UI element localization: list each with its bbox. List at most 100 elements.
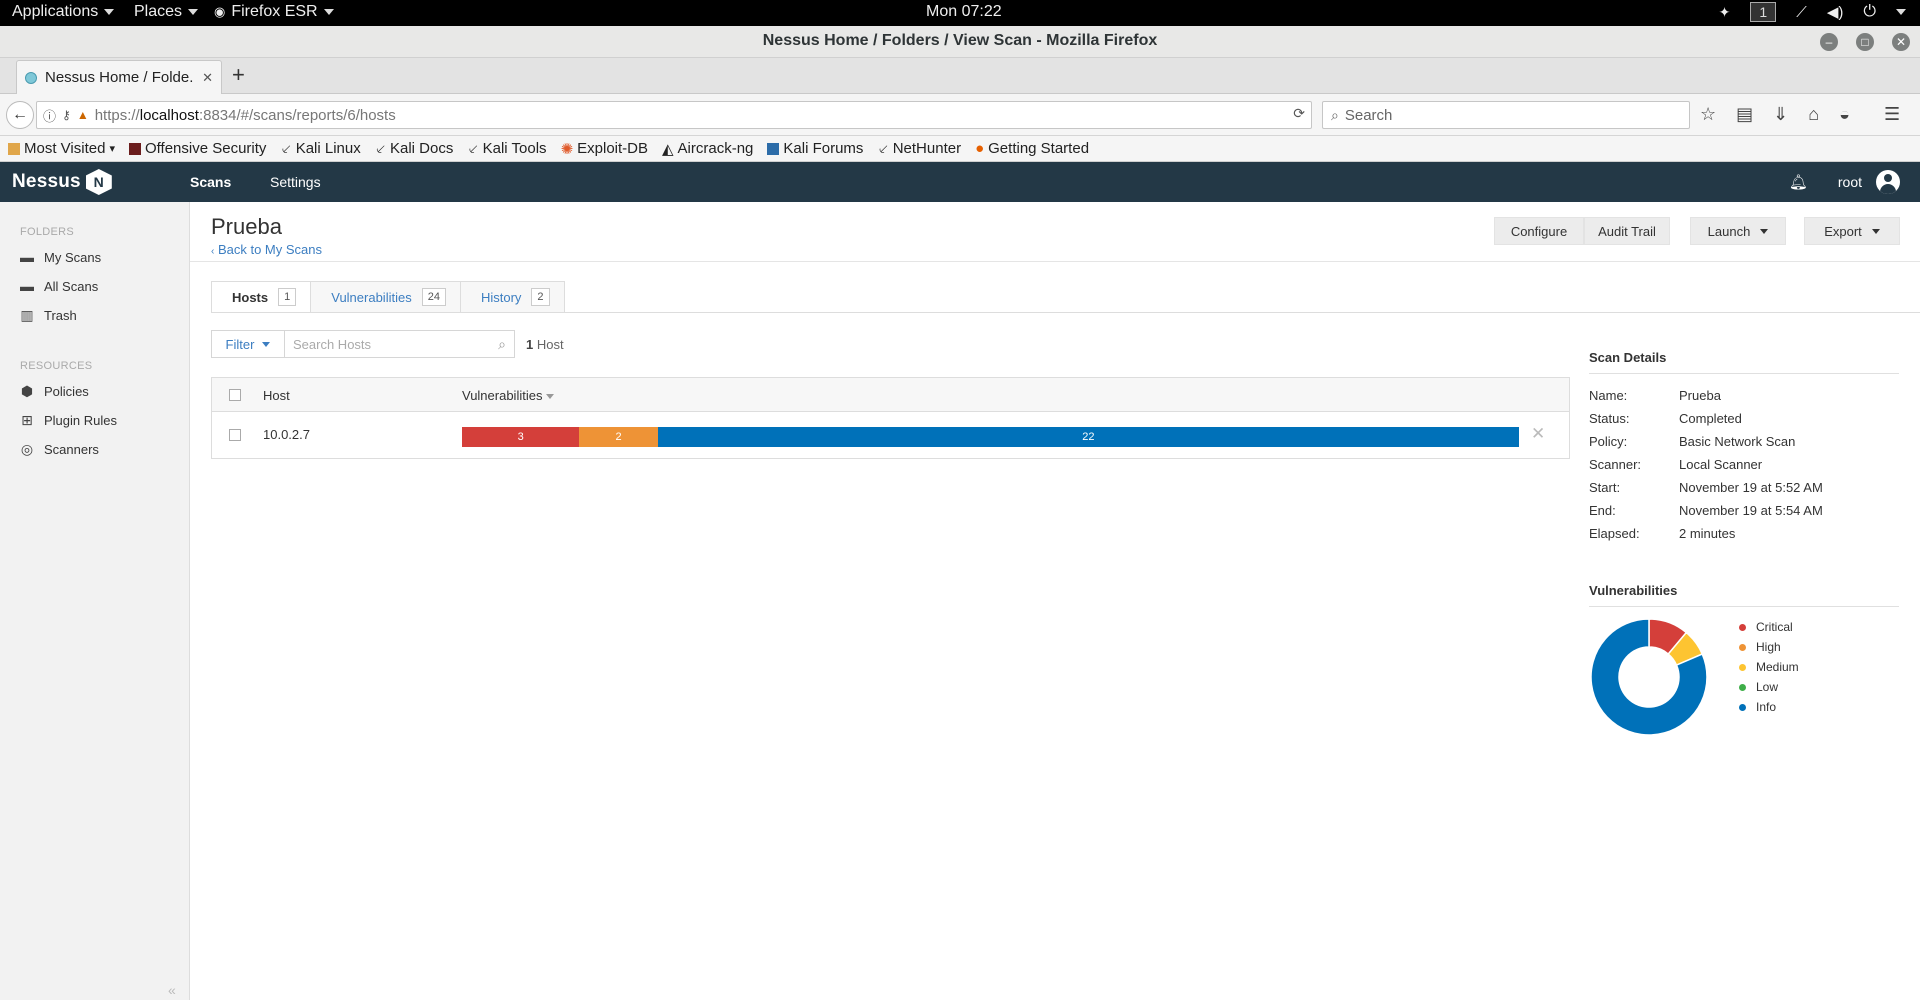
search-hosts-field: ⌕: [285, 330, 515, 358]
tab-count-badge: 2: [531, 288, 550, 306]
bookmark-kali-forums[interactable]: Kali Forums: [767, 140, 863, 157]
offsec-icon: [128, 142, 141, 155]
bookmark-kali-tools[interactable]: ⸔ Kali Tools: [467, 139, 546, 159]
legend-low: Low: [1739, 680, 1778, 694]
detail-key: Policy:: [1589, 434, 1628, 449]
close-icon[interactable]: ✕: [1892, 33, 1910, 51]
configure-button[interactable]: Configure: [1494, 217, 1584, 245]
user-avatar-icon[interactable]: [1876, 170, 1900, 194]
sidebar-item-policies[interactable]: ⬢ Policies: [20, 384, 89, 399]
host-ip[interactable]: 10.0.2.7: [263, 427, 310, 442]
bookmark-label: Offensive Security: [144, 140, 267, 157]
sidebar-item-all-scans[interactable]: ▬ All Scans: [20, 279, 98, 294]
bookmark-exploit-db[interactable]: ✺ Exploit-DB: [561, 140, 648, 158]
search-icon[interactable]: ⌕: [498, 336, 506, 353]
new-tab-icon[interactable]: +: [232, 62, 245, 88]
bookmark-aircrack-ng[interactable]: ◭ Aircrack-ng: [662, 140, 753, 158]
folder-icon: ▬: [20, 249, 34, 265]
shield-icon: ⬢: [20, 383, 34, 399]
column-header-host[interactable]: Host: [263, 388, 290, 403]
detail-value: 2 minutes: [1679, 526, 1736, 541]
maximize-icon[interactable]: □: [1856, 33, 1874, 51]
vuln-segment-critical[interactable]: 3: [462, 427, 580, 447]
divider: [1589, 606, 1899, 607]
detail-value: Basic Network Scan: [1679, 434, 1796, 449]
vuln-segment-high[interactable]: 2: [579, 427, 658, 447]
power-icon[interactable]: ⏻: [1863, 3, 1876, 21]
firefox-icon: ●: [975, 140, 985, 157]
back-arrow-icon[interactable]: ←: [6, 101, 34, 129]
sidebar-item-scanners[interactable]: ◎ Scanners: [20, 442, 99, 457]
detail-start: Start: November 19 at 5:52 AM: [1589, 480, 1899, 495]
bookmark-kali-linux[interactable]: ⸔ Kali Linux: [280, 139, 360, 159]
browser-search-bar[interactable]: ⌕ Search: [1322, 101, 1690, 129]
chevron-left-icon: ‹: [211, 246, 215, 257]
row-checkbox[interactable]: [229, 429, 241, 441]
sidebar-item-my-scans[interactable]: ▬ My Scans: [20, 250, 101, 265]
bookmark-getting-started[interactable]: ● Getting Started: [975, 140, 1089, 157]
sidebar-item-trash[interactable]: ▥ Trash: [20, 308, 76, 323]
tab-count-badge: 24: [421, 288, 446, 306]
divider: [1589, 373, 1899, 374]
clock[interactable]: Mon 07:22: [926, 3, 1002, 21]
reading-list-icon[interactable]: ▤: [1736, 104, 1753, 125]
column-header-label: Vulnerabilities: [462, 388, 543, 403]
places-menu[interactable]: Places: [134, 3, 199, 21]
remove-host-icon[interactable]: ✕: [1531, 424, 1545, 444]
tab-history[interactable]: History 2: [460, 281, 565, 313]
tab-settings[interactable]: Settings: [270, 174, 321, 190]
folder-icon: [8, 142, 20, 155]
collapse-sidebar-icon[interactable]: «: [168, 982, 176, 998]
close-tab-icon[interactable]: ✕: [202, 70, 213, 86]
hamburger-menu-icon[interactable]: ☰: [1884, 104, 1900, 125]
tab-hosts[interactable]: Hosts 1: [211, 281, 312, 313]
username[interactable]: root: [1838, 174, 1862, 190]
tab-scans[interactable]: Scans: [190, 174, 231, 190]
applications-label: Applications: [12, 3, 99, 20]
folders-heading: FOLDERS: [20, 226, 75, 238]
chevron-down-icon[interactable]: [1896, 9, 1906, 15]
url-bar[interactable]: ⓘ ⚷ ▲ https://localhost:8834/#/scans/rep…: [36, 101, 1312, 129]
places-label: Places: [134, 3, 183, 20]
column-header-vulnerabilities[interactable]: Vulnerabilities: [462, 388, 555, 403]
search-hosts-input[interactable]: [293, 336, 499, 352]
network-icon[interactable]: ✦: [1719, 4, 1731, 21]
detail-key: Elapsed:: [1589, 526, 1640, 541]
filter-button[interactable]: Filter: [211, 330, 285, 358]
sidebar-item-plugin-rules[interactable]: ⊞ Plugin Rules: [20, 413, 117, 428]
minimize-icon[interactable]: –: [1820, 33, 1838, 51]
pocket-icon[interactable]: ◒: [1839, 104, 1850, 125]
tab-vulnerabilities[interactable]: Vulnerabilities 24: [311, 281, 461, 313]
bookmark-label: Getting Started: [988, 140, 1090, 157]
vulnerability-bar[interactable]: 3 2 22: [462, 427, 1519, 447]
bookmark-offensive-security[interactable]: Offensive Security: [128, 140, 267, 157]
firefox-app-menu[interactable]: ◉ Firefox ESR: [214, 3, 334, 21]
applications-menu[interactable]: Applications: [12, 3, 115, 21]
nessus-logo[interactable]: Nessus N: [12, 169, 112, 195]
download-icon[interactable]: ⇓: [1773, 104, 1788, 125]
url-prefix: https://: [94, 106, 140, 124]
launch-button[interactable]: Launch: [1690, 217, 1786, 245]
wired-icon[interactable]: ⟋: [1796, 4, 1807, 21]
bookmark-most-visited[interactable]: Most Visited ▾: [8, 140, 115, 157]
vuln-segment-info[interactable]: 22: [657, 427, 1519, 447]
select-all-checkbox[interactable]: [229, 389, 241, 401]
browser-tab[interactable]: Nessus Home / Folde... ✕: [16, 60, 222, 94]
bookmark-kali-docs[interactable]: ⸔ Kali Docs: [375, 139, 454, 159]
info-icon[interactable]: ⓘ: [43, 106, 56, 125]
detail-scanner: Scanner: Local Scanner: [1589, 457, 1899, 472]
legend-info: Info: [1739, 700, 1776, 714]
back-to-my-scans-link[interactable]: ‹ Back to My Scans: [211, 242, 322, 257]
sidebar-item-label: Plugin Rules: [44, 413, 117, 428]
bookmark-nethunter[interactable]: ⸔ NetHunter: [877, 139, 961, 159]
bookmark-star-icon[interactable]: ☆: [1700, 104, 1716, 125]
reload-icon[interactable]: ⟳: [1293, 105, 1305, 122]
notification-bell-icon[interactable]: 🔔︎: [1789, 173, 1808, 191]
vulnerability-donut-chart[interactable]: [1589, 617, 1709, 737]
workspace-indicator[interactable]: 1: [1750, 2, 1777, 22]
export-button[interactable]: Export: [1804, 217, 1900, 245]
table-row[interactable]: 10.0.2.7 3 2 22 ✕: [212, 412, 1569, 458]
home-icon[interactable]: ⌂: [1808, 104, 1819, 125]
volume-icon[interactable]: ◀): [1827, 3, 1844, 21]
audit-trail-button[interactable]: Audit Trail: [1584, 217, 1670, 245]
